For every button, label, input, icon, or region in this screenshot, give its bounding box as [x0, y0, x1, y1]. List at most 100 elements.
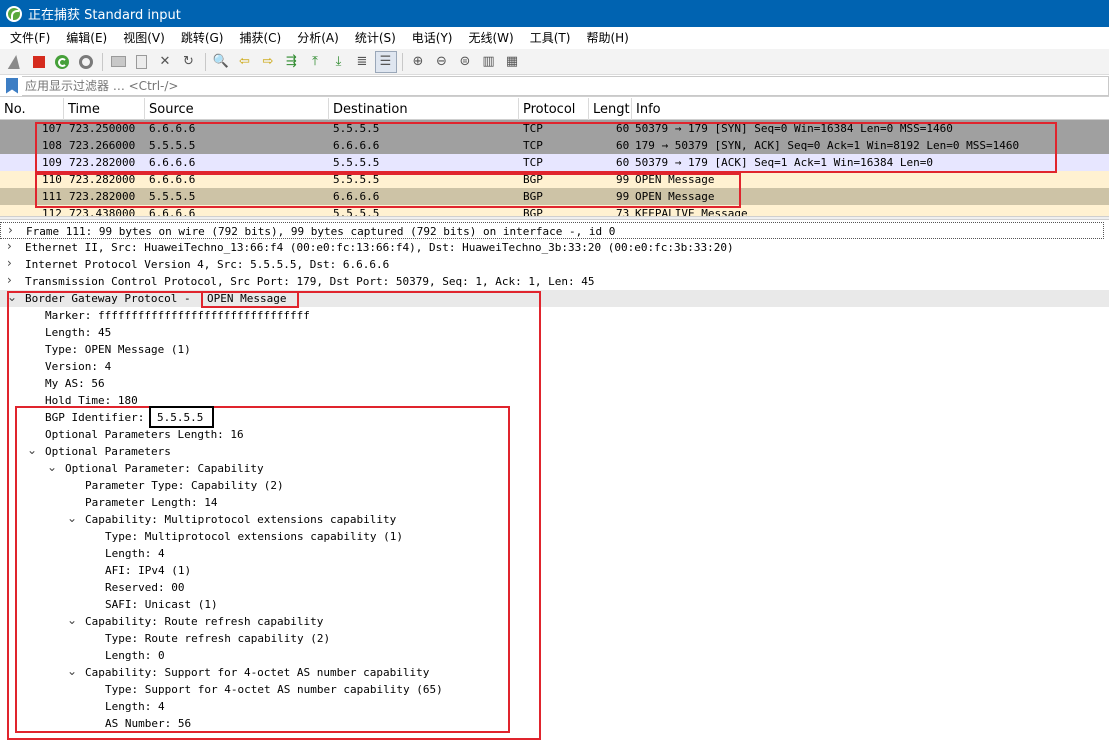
tree-tcp[interactable]: › Transmission Control Protocol, Src Por… [0, 273, 1109, 290]
packet-no: 109 [42, 156, 62, 169]
go-back-icon[interactable]: ⇦ [234, 51, 256, 73]
menu-edit[interactable]: 编辑(E) [60, 27, 113, 49]
column-length[interactable]: Lengt [589, 98, 632, 120]
column-destination[interactable]: Destination [329, 98, 519, 120]
bgp-cap-mp-afi: AFI: IPv4 (1) [105, 564, 192, 577]
packet-row-selected[interactable]: 111 723.282000 5.5.5.5 6.6.6.6 BGP 99 OP… [0, 188, 1109, 205]
menu-analyze[interactable]: 分析(A) [291, 27, 345, 49]
packet-destination: 5.5.5.5 [333, 207, 380, 216]
tree-item[interactable]: ⌄ Capability: Multiprotocol extensions c… [0, 511, 1109, 528]
tree-bgp[interactable]: ⌄ Border Gateway Protocol - OPEN Message [0, 290, 1109, 307]
tree-item[interactable]: ⌄ Capability: Route refresh capability [0, 613, 1109, 630]
packet-row[interactable]: 109 723.282000 6.6.6.6 5.5.5.5 TCP 60 50… [0, 154, 1109, 171]
display-filter-input[interactable] [22, 75, 1109, 96]
collapse-arrow-icon[interactable]: ⌄ [47, 459, 57, 476]
packet-no: 110 [42, 173, 62, 186]
go-to-packet-icon[interactable]: ⇶ [281, 51, 303, 73]
options-gear-icon[interactable] [75, 51, 97, 73]
resize-columns-icon[interactable]: ▥ [478, 51, 500, 73]
tree-item[interactable]: ⌄ Capability: Support for 4-octet AS num… [0, 664, 1109, 681]
reload-icon[interactable]: ↻ [178, 51, 200, 73]
tree-item[interactable]: Type: Multiprotocol extensions capabilit… [0, 528, 1109, 545]
tree-item[interactable]: Length: 45 [0, 324, 1109, 341]
column-time[interactable]: Time [64, 98, 145, 120]
packet-destination: 6.6.6.6 [333, 190, 380, 203]
tree-frame[interactable]: › Frame 111: 99 bytes on wire (792 bits)… [0, 222, 1104, 239]
packet-length: 99 [616, 190, 630, 203]
tree-item[interactable]: Marker: ffffffffffffffffffffffffffffffff [0, 307, 1109, 324]
bgp-cap-mp-type: Type: Multiprotocol extensions capabilit… [105, 530, 404, 543]
zoom-normal-icon[interactable]: ⊜ [454, 51, 476, 73]
zoom-out-icon[interactable]: ⊖ [431, 51, 453, 73]
go-forward-icon[interactable]: ⇨ [257, 51, 279, 73]
collapse-arrow-icon[interactable]: ⌄ [7, 289, 17, 306]
save-icon[interactable] [131, 51, 153, 73]
tree-item[interactable]: Type: Route refresh capability (2) [0, 630, 1109, 647]
tree-item[interactable]: Version: 4 [0, 358, 1109, 375]
menu-help[interactable]: 帮助(H) [580, 27, 634, 49]
menu-file[interactable]: 文件(F) [4, 27, 56, 49]
tree-item[interactable]: SAFI: Unicast (1) [0, 596, 1109, 613]
bgp-param-length: Parameter Length: 14 [85, 496, 218, 509]
expand-arrow-icon[interactable]: › [7, 272, 17, 289]
collapse-arrow-icon[interactable]: ⌄ [27, 442, 37, 459]
packet-protocol: BGP [523, 173, 543, 186]
tree-item[interactable]: Type: OPEN Message (1) [0, 341, 1109, 358]
tree-item[interactable]: Length: 0 [0, 647, 1109, 664]
zoom-in-icon[interactable]: ⊕ [407, 51, 429, 73]
packet-row[interactable]: 107 723.250000 6.6.6.6 5.5.5.5 TCP 60 50… [0, 120, 1109, 137]
bgp-opt-param: Optional Parameter: Capability [65, 462, 264, 475]
packet-row[interactable]: 110 723.282000 6.6.6.6 5.5.5.5 BGP 99 OP… [0, 171, 1109, 188]
column-info[interactable]: Info [632, 98, 1109, 120]
tree-item[interactable]: Reserved: 00 [0, 579, 1109, 596]
tree-item[interactable]: AFI: IPv4 (1) [0, 562, 1109, 579]
go-first-icon[interactable]: ⤒ [304, 51, 326, 73]
tree-item[interactable]: BGP Identifier: 5.5.5.5 [0, 409, 1109, 426]
close-file-icon[interactable]: ✕ [154, 51, 176, 73]
tree-item[interactable]: ⌄ Optional Parameter: Capability [0, 460, 1109, 477]
tree-item[interactable]: Hold Time: 180 [0, 392, 1109, 409]
tree-item[interactable]: Optional Parameters Length: 16 [0, 426, 1109, 443]
collapse-arrow-icon[interactable]: ⌄ [67, 612, 77, 629]
column-protocol[interactable]: Protocol [519, 98, 589, 120]
tree-item[interactable]: Parameter Length: 14 [0, 494, 1109, 511]
packet-source: 6.6.6.6 [149, 173, 196, 186]
tree-item[interactable]: ⌄ Optional Parameters [0, 443, 1109, 460]
tree-item[interactable]: My AS: 56 [0, 375, 1109, 392]
layout-icon[interactable]: ▦ [501, 51, 523, 73]
open-folder-icon[interactable] [107, 51, 129, 73]
tree-item[interactable]: AS Number: 56 [0, 715, 1109, 732]
menu-view[interactable]: 视图(V) [117, 27, 171, 49]
menu-capture[interactable]: 捕获(C) [233, 27, 287, 49]
tree-item[interactable]: Parameter Type: Capability (2) [0, 477, 1109, 494]
menu-tools[interactable]: 工具(T) [524, 27, 577, 49]
find-icon[interactable]: 🔍 [210, 51, 232, 73]
expand-arrow-icon[interactable]: › [7, 255, 17, 272]
column-source[interactable]: Source [145, 98, 329, 120]
expand-arrow-icon[interactable]: › [7, 238, 17, 255]
stop-icon[interactable] [28, 51, 50, 73]
menu-statistics[interactable]: 统计(S) [349, 27, 402, 49]
shark-fin-icon[interactable] [4, 51, 26, 73]
tree-ip[interactable]: › Internet Protocol Version 4, Src: 5.5.… [0, 256, 1109, 273]
filter-bookmark-icon[interactable] [6, 77, 18, 94]
menu-telephony[interactable]: 电话(Y) [406, 27, 459, 49]
column-no[interactable]: No. [0, 98, 64, 120]
packet-row[interactable]: 112 723.438000 6.6.6.6 5.5.5.5 BGP 73 KE… [0, 205, 1109, 216]
collapse-arrow-icon[interactable]: ⌄ [67, 663, 77, 680]
bgp-cap-rr-type: Type: Route refresh capability (2) [105, 632, 331, 645]
tree-ethernet[interactable]: › Ethernet II, Src: HuaweiTechno_13:66:f… [0, 239, 1109, 256]
go-last-icon[interactable]: ⤓ [328, 51, 350, 73]
packet-row[interactable]: 108 723.266000 5.5.5.5 6.6.6.6 TCP 60 17… [0, 137, 1109, 154]
pane-splitter[interactable] [0, 216, 1109, 220]
tree-item[interactable]: Type: Support for 4-octet AS number capa… [0, 681, 1109, 698]
restart-icon[interactable] [51, 51, 73, 73]
colorize-icon[interactable]: ☰ [374, 50, 397, 73]
collapse-arrow-icon[interactable]: ⌄ [67, 510, 77, 527]
menu-go[interactable]: 跳转(G) [175, 27, 230, 49]
tree-item[interactable]: Length: 4 [0, 545, 1109, 562]
expand-arrow-icon[interactable]: › [8, 222, 18, 239]
tree-item[interactable]: Length: 4 [0, 698, 1109, 715]
menu-wireless[interactable]: 无线(W) [463, 27, 520, 49]
auto-scroll-icon[interactable]: ≣ [351, 51, 373, 73]
